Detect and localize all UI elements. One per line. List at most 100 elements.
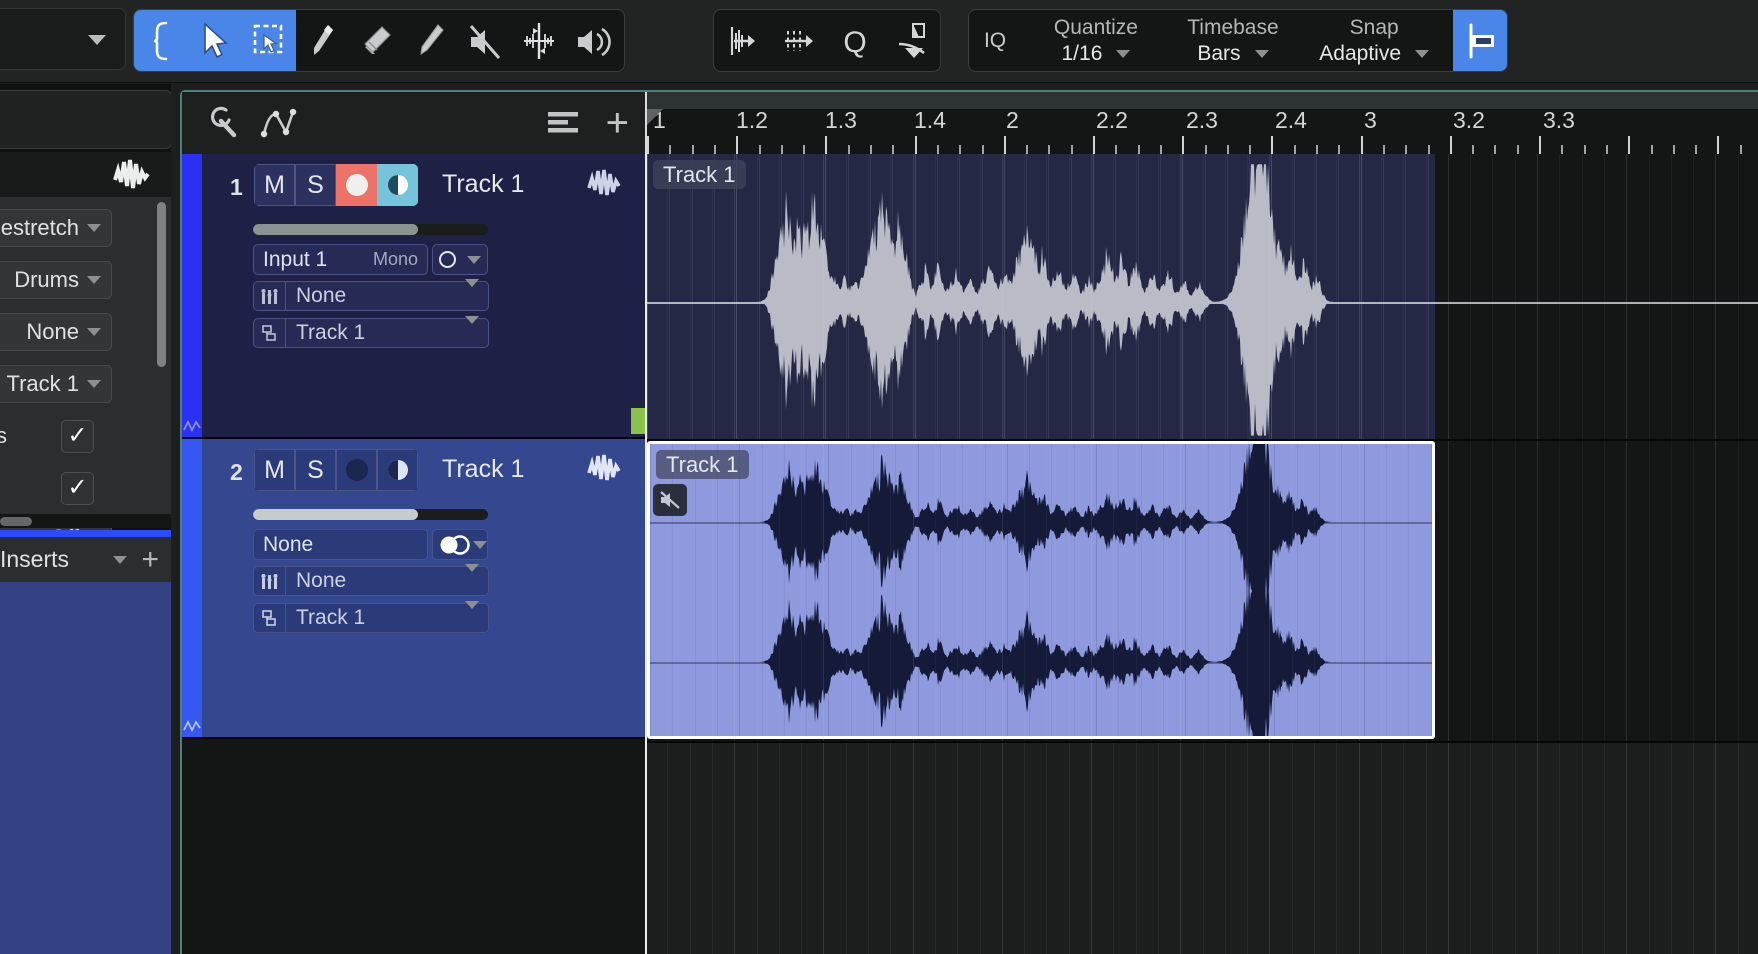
erase-tool[interactable] — [350, 10, 404, 71]
inspector-scrollbar[interactable] — [157, 202, 166, 367]
chevron-down-icon — [465, 564, 479, 589]
empty-lane[interactable] — [645, 743, 1758, 954]
timeline-ruler[interactable]: 1 1.2 1.3 1.4 2 2.2 2.3 2.4 3 3.2 3.3 — [645, 92, 1758, 154]
mute-button[interactable]: M — [254, 449, 295, 491]
draw-tool[interactable] — [404, 10, 458, 71]
tool-preset-dropdown[interactable] — [0, 8, 126, 70]
track-input-mode[interactable] — [432, 244, 488, 275]
track-list-icon[interactable] — [547, 110, 580, 136]
automation-curve-icon[interactable] — [260, 106, 310, 140]
marquee-select-tool[interactable] — [242, 10, 296, 71]
inspector-drums-select[interactable]: Drums — [0, 261, 112, 299]
record-circle-icon — [345, 459, 368, 481]
track-routing-label: None — [296, 284, 347, 307]
waveform-icon[interactable] — [587, 168, 629, 198]
inspector-header-box[interactable] — [0, 90, 171, 149]
muted-speaker-icon[interactable] — [653, 484, 687, 516]
output-icon — [254, 319, 286, 347]
inserts-slot-area[interactable] — [0, 582, 171, 954]
quantize-control[interactable]: Quantize 1/16 — [1021, 10, 1171, 71]
timebase-control[interactable]: Timebase Bars — [1171, 10, 1295, 71]
solo-button[interactable]: S — [295, 164, 336, 206]
region-label[interactable]: Track 1 — [656, 450, 749, 479]
track-input-select[interactable]: Input 1 Mono — [253, 244, 428, 275]
add-insert-button[interactable]: + — [141, 544, 159, 575]
track-routing-select[interactable]: None — [253, 564, 489, 596]
playhead[interactable] — [645, 154, 647, 954]
track-divider[interactable] — [182, 737, 645, 739]
track-color-strip[interactable] — [182, 154, 202, 439]
inspector-checkbox-1[interactable]: s ✓ — [0, 417, 112, 455]
add-track-button[interactable]: + — [606, 103, 629, 143]
chevron-down-icon — [465, 601, 479, 626]
ruler-label: 3.3 — [1543, 107, 1575, 133]
inspector-divider — [0, 530, 171, 537]
ruler-label: 3.2 — [1453, 107, 1485, 133]
chevron-down-icon[interactable] — [1415, 49, 1430, 58]
split-tool[interactable] — [512, 10, 566, 71]
track-input-row: None — [253, 529, 488, 560]
arrange-view: + 1 1.2 1.3 1.4 2 2.2 2.3 2.4 3 3.2 3.3 — [180, 90, 1758, 954]
quantize-label: Quantize — [1053, 15, 1138, 39]
track-name[interactable]: Track 1 — [442, 455, 524, 484]
timeline-lanes: Track 1 Track 1 — [631, 154, 1758, 954]
mixer-icon — [254, 567, 286, 595]
waveform-icon[interactable] — [587, 453, 629, 483]
track-input-mode[interactable] — [432, 529, 488, 560]
track-header[interactable]: 2 M S Track 1 None None Track 1 — [182, 439, 645, 739]
timebase-value: Bars — [1197, 41, 1241, 65]
waveform-centerline-tail — [1435, 302, 1758, 304]
bend-marker-tool[interactable] — [714, 10, 771, 71]
inspector-timestretch-select[interactable]: Timestretch — [0, 209, 112, 247]
snap-toggle-button[interactable] — [1453, 10, 1507, 71]
ruler-label: 2.4 — [1275, 107, 1307, 133]
checkmark-icon[interactable]: ✓ — [61, 471, 94, 505]
record-circle-icon — [345, 174, 368, 196]
track-volume-slider[interactable] — [253, 224, 488, 235]
checkmark-icon[interactable]: ✓ — [61, 419, 94, 453]
track-input-select[interactable]: None — [253, 529, 428, 560]
inspector-checkbox-2[interactable]: ✓ — [0, 469, 112, 507]
snap-control[interactable]: Snap Adaptive — [1295, 10, 1453, 71]
iq-label[interactable]: IQ — [969, 10, 1021, 71]
mute-button[interactable]: M — [254, 164, 295, 206]
track-name[interactable]: Track 1 — [442, 170, 524, 199]
track-input-label: None — [263, 532, 314, 556]
track-color-strip[interactable] — [182, 439, 202, 739]
daw-window: Q IQ Quantize 1/16 Timebase Bars Snap Ad… — [0, 0, 1758, 954]
listen-tool[interactable] — [566, 10, 624, 71]
mute-tool[interactable] — [458, 10, 512, 71]
range-select-tool[interactable] — [134, 10, 188, 71]
track-routing-select[interactable]: None — [253, 279, 489, 311]
quantize-tool[interactable]: Q — [827, 10, 884, 71]
quantize-value: 1/16 — [1061, 41, 1103, 65]
fade-tool[interactable] — [884, 10, 941, 71]
automation-small-icon[interactable] — [182, 713, 202, 739]
record-arm-button[interactable] — [336, 164, 377, 206]
inspector-hscroll-thumb[interactable] — [0, 517, 32, 526]
track-lane[interactable]: Track 1 — [645, 154, 1758, 439]
record-position-marker — [631, 408, 645, 434]
inspector-track-select[interactable]: Track 1 — [0, 365, 112, 403]
chevron-down-icon[interactable] — [1254, 49, 1269, 58]
region-label[interactable]: Track 1 — [653, 160, 746, 189]
monitor-button[interactable] — [377, 164, 418, 206]
record-arm-button[interactable] — [336, 449, 377, 491]
track-header[interactable]: 1 M S Track 1 Input 1 Mono None Track 1 — [182, 154, 645, 439]
chevron-down-icon[interactable] — [113, 555, 128, 564]
ruler-label: 1.2 — [736, 107, 768, 133]
solo-button[interactable]: S — [295, 449, 336, 491]
track-volume-slider[interactable] — [253, 509, 488, 520]
chevron-down-icon[interactable] — [1116, 49, 1131, 58]
monitor-button[interactable] — [377, 449, 418, 491]
timestretch-tool[interactable] — [771, 10, 828, 71]
arrow-select-tool[interactable] — [188, 10, 242, 71]
automation-small-icon[interactable] — [182, 413, 202, 439]
wrench-icon[interactable] — [204, 106, 238, 140]
track-lane[interactable]: Track 1 — [645, 441, 1758, 741]
track-output-select[interactable]: Track 1 — [253, 316, 489, 348]
track-output-label: Track 1 — [296, 321, 366, 344]
track-output-select[interactable]: Track 1 — [253, 601, 489, 633]
cut-tool[interactable] — [296, 10, 350, 71]
inspector-none-select[interactable]: None — [0, 313, 112, 351]
